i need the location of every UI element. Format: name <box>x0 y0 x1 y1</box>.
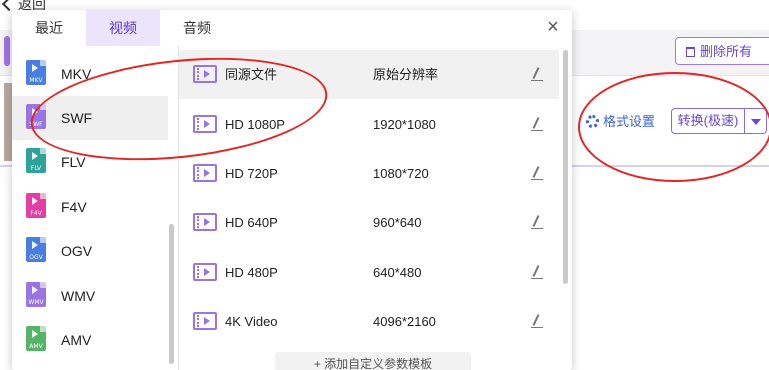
wmv-file-icon: WMV <box>26 282 46 307</box>
edit-icon[interactable] <box>531 314 543 328</box>
convert-button[interactable]: 转换(极速) <box>671 108 745 134</box>
swf-file-icon: SWF <box>26 104 46 129</box>
resolution-name: HD 720P <box>225 166 278 181</box>
convert-dropdown-button[interactable] <box>745 108 767 134</box>
edit-icon[interactable] <box>531 215 543 229</box>
format-label: AMV <box>61 332 92 348</box>
gear-icon <box>586 115 599 128</box>
video-icon <box>193 263 217 281</box>
format-tabs: 最近 视频 音频 × <box>12 10 572 46</box>
edit-icon[interactable] <box>531 117 543 131</box>
resolution-size: 960*640 <box>373 215 422 230</box>
resolution-row[interactable]: HD 480P 640*480 <box>179 248 559 297</box>
edit-icon[interactable] <box>531 166 543 180</box>
resolution-list: 同源文件 原始分辨率 HD 1080P 1920*1080 HD 720P 10… <box>179 46 572 370</box>
tab-video[interactable]: 视频 <box>86 10 160 46</box>
format-label: FLV <box>61 154 86 170</box>
format-label: WMV <box>61 288 96 304</box>
format-item-f4v[interactable]: F4V F4V <box>12 185 168 229</box>
tab-audio[interactable]: 音频 <box>160 10 234 46</box>
resolution-row[interactable]: HD 1080P 1920*1080 <box>179 100 559 149</box>
resolution-name: 4K Video <box>225 314 278 329</box>
video-icon <box>193 213 217 231</box>
resolution-row[interactable]: HD 640P 960*640 <box>179 198 559 247</box>
resolution-row[interactable]: HD 720P 1080*720 <box>179 149 559 198</box>
resolution-row[interactable]: 4K Video 4096*2160 <box>179 297 559 346</box>
resolution-name: HD 640P <box>225 215 278 230</box>
tab-recent[interactable]: 最近 <box>12 10 86 46</box>
format-item-swf[interactable]: SWF SWF <box>12 96 168 140</box>
format-label: SWF <box>61 110 93 126</box>
add-custom-template-button[interactable]: + 添加自定义参数模板 <box>275 352 471 370</box>
mkv-file-icon: MKV <box>26 60 46 85</box>
format-item-wmv[interactable]: WMV WMV <box>12 274 168 318</box>
file-thumbnail <box>4 83 12 161</box>
format-label: OGV <box>61 243 93 259</box>
caret-down-icon <box>751 119 761 125</box>
format-item-flv[interactable]: FLV FLV <box>12 140 168 184</box>
resolution-list-scrollbar[interactable] <box>563 50 568 284</box>
flv-file-icon: FLV <box>26 148 46 173</box>
resolution-size: 640*480 <box>373 265 422 280</box>
video-icon <box>193 164 217 182</box>
format-label: MKV <box>61 66 92 82</box>
video-icon <box>193 65 217 83</box>
edit-icon[interactable] <box>531 67 543 81</box>
toolbar-accent <box>4 36 10 66</box>
amv-file-icon: AMV <box>26 326 46 351</box>
delete-all-label: 删除所有 <box>700 44 753 59</box>
trash-icon <box>686 47 695 57</box>
format-label: F4V <box>61 199 87 215</box>
format-item-mkv[interactable]: MKV MKV <box>12 52 168 96</box>
resolution-name: 同源文件 <box>225 67 278 82</box>
format-settings-button[interactable]: 格式设置 <box>586 112 655 132</box>
resolution-name: HD 1080P <box>225 117 285 132</box>
resolution-size: 1080*720 <box>373 166 429 181</box>
format-settings-label: 格式设置 <box>603 114 656 129</box>
delete-all-button[interactable]: 删除所有 <box>675 37 769 65</box>
resolution-size: 4096*2160 <box>373 314 436 329</box>
edit-icon[interactable] <box>531 265 543 279</box>
format-item-ogv[interactable]: OGV OGV <box>12 229 168 273</box>
resolution-row[interactable]: 同源文件 原始分辨率 <box>179 50 559 99</box>
close-icon[interactable]: × <box>544 17 562 37</box>
resolution-size: 原始分辨率 <box>373 67 439 82</box>
ogv-file-icon: OGV <box>26 237 46 262</box>
resolution-name: HD 480P <box>225 265 278 280</box>
format-list-scrollbar[interactable] <box>169 224 174 364</box>
format-list: MKV MKV SWF SWF FLV FLV F4V F4V OGV OGV … <box>12 46 177 370</box>
f4v-file-icon: F4V <box>26 193 46 218</box>
video-icon <box>193 312 217 330</box>
format-picker-popup: 最近 视频 音频 × MKV MKV SWF SWF FLV FLV F4V F… <box>12 10 572 370</box>
video-icon <box>193 115 217 133</box>
resolution-size: 1920*1080 <box>373 117 436 132</box>
format-item-amv[interactable]: AMV AMV <box>12 318 168 362</box>
